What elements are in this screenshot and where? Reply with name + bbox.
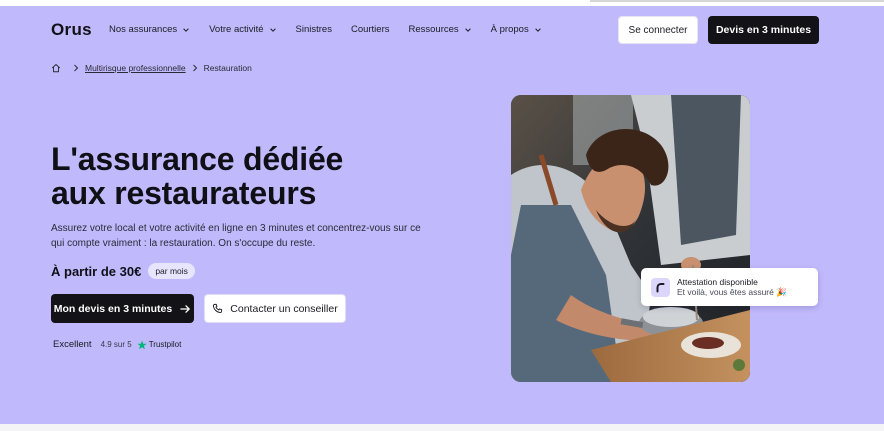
contact-advisor-button[interactable]: Contacter un conseiller: [204, 294, 346, 323]
header-quote-button[interactable]: Devis en 3 minutes: [708, 16, 819, 44]
chevron-down-icon: [464, 27, 471, 32]
nav-item-activite[interactable]: Votre activité: [209, 24, 276, 35]
title-line-1: L'assurance dédiée: [51, 141, 344, 177]
nav-item-label: Sinistres: [295, 24, 332, 35]
nav-item-label: Courtiers: [350, 24, 390, 35]
hero-section: Orus Nos assurances Votre activité Sinis…: [0, 6, 884, 424]
breadcrumb: Multirisque professionnelle Restauration: [51, 63, 252, 73]
quote-button-label: Mon devis en 3 minutes: [53, 302, 173, 315]
contact-button-label: Contacter un conseiller: [230, 302, 338, 315]
chevron-down-icon: [534, 27, 541, 32]
chevron-right-icon: [192, 64, 197, 72]
chef-photo: [511, 95, 750, 382]
scroll-indicator: [590, 0, 884, 2]
nav-item-courtiers[interactable]: Courtiers: [351, 24, 390, 35]
nav-item-assurances[interactable]: Nos assurances: [109, 24, 190, 35]
nav-item-label: À propos: [490, 24, 529, 35]
trustpilot-rating[interactable]: Excellent 4.9 sur 5 Trustpilot: [53, 339, 181, 350]
home-icon[interactable]: [51, 63, 61, 73]
chevron-down-icon: [269, 27, 276, 32]
breadcrumb-parent-link[interactable]: Multirisque professionnelle: [85, 63, 186, 73]
nav-item-label: Ressources: [408, 24, 459, 35]
price-period-badge: par mois: [148, 263, 195, 279]
nav-item-ressources[interactable]: Ressources: [409, 24, 472, 35]
hero-description: Assurez votre local et votre activité en…: [51, 223, 421, 249]
brand-logo[interactable]: Orus: [51, 20, 92, 40]
nav-item-label: Votre activité: [209, 24, 264, 35]
phone-icon: [213, 303, 223, 313]
trustpilot-star-icon: [137, 340, 147, 349]
attestation-icon: [651, 277, 670, 297]
price-row: À partir de 30€ par mois: [51, 263, 195, 279]
quote-button[interactable]: Mon devis en 3 minutes: [51, 294, 194, 323]
title-line-2: aux restaurateurs: [51, 175, 317, 211]
chef-plating-image: [511, 95, 750, 382]
orus-mark-icon: [656, 282, 665, 292]
trustpilot-label: Trustpilot: [148, 340, 182, 349]
chevron-down-icon: [183, 27, 189, 32]
nav-item-apropos[interactable]: À propos: [491, 24, 542, 35]
notification-subtitle: Et voilà, vous êtes assuré 🎉: [677, 286, 787, 297]
arrow-right-icon: [180, 304, 191, 313]
price-text: À partir de 30€: [51, 263, 142, 279]
bottom-strip: [0, 424, 884, 431]
page-title: L'assurance dédiée aux restaurateurs: [51, 142, 431, 210]
notification-title: Attestation disponible: [677, 276, 758, 287]
notification-card: Attestation disponible Et voilà, vous êt…: [641, 268, 818, 306]
nav-item-sinistres[interactable]: Sinistres: [296, 24, 332, 35]
rating-score: 4.9 sur 5: [100, 340, 132, 349]
login-button[interactable]: Se connecter: [618, 16, 698, 44]
rating-label: Excellent: [53, 339, 92, 350]
chevron-right-icon: [74, 64, 79, 72]
main-nav: Nos assurances Votre activité Sinistres …: [109, 24, 561, 35]
nav-item-label: Nos assurances: [109, 24, 178, 35]
breadcrumb-current: Restauration: [203, 63, 252, 73]
